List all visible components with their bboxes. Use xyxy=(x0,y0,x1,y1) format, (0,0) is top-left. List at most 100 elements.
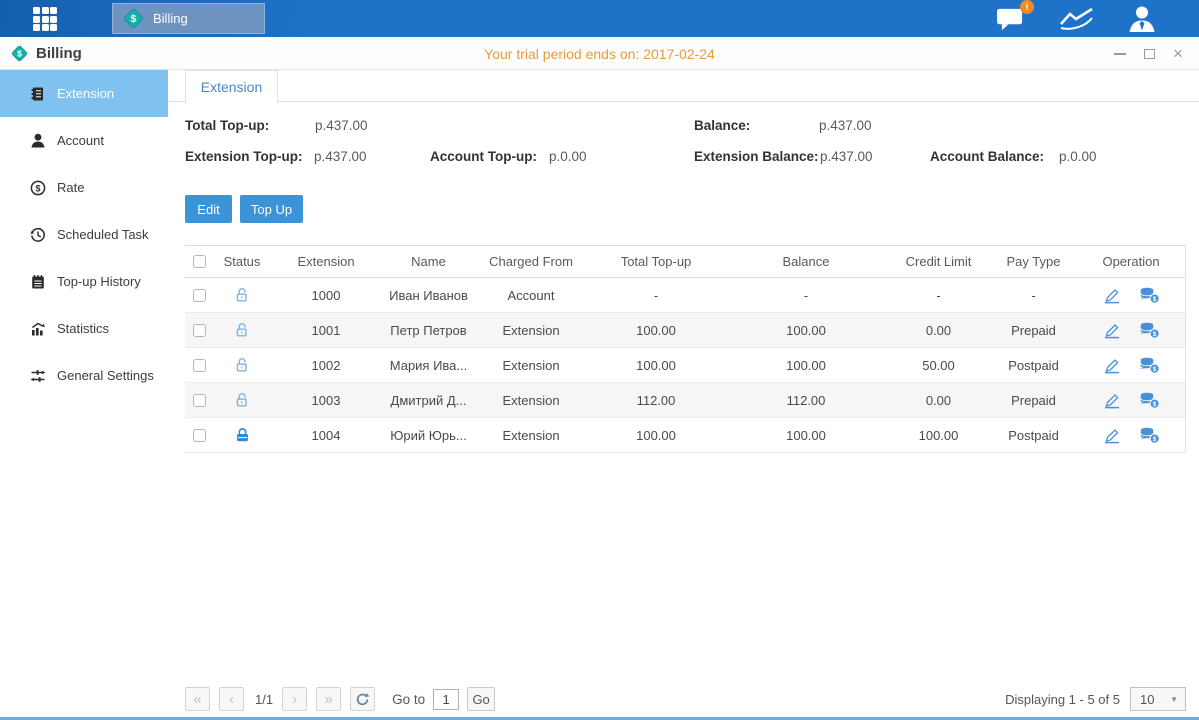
extension-cell: 1002 xyxy=(271,358,381,373)
row-checkbox[interactable] xyxy=(193,359,206,372)
status-lock-icon[interactable] xyxy=(234,357,251,374)
topup-coins-icon[interactable]: $ xyxy=(1139,287,1160,304)
svg-text:$: $ xyxy=(131,13,137,25)
svg-text:$: $ xyxy=(1152,435,1156,442)
credit-limit-cell: 50.00 xyxy=(886,358,991,373)
topup-coins-icon[interactable]: $ xyxy=(1139,357,1160,374)
sidebar-item-general-settings[interactable]: General Settings xyxy=(0,352,168,399)
displaying-text: Displaying 1 - 5 of 5 xyxy=(1005,692,1120,707)
refresh-button[interactable] xyxy=(350,687,375,711)
notebook-icon xyxy=(30,274,46,290)
extension-balance-value: p.437.00 xyxy=(820,149,873,164)
credit-limit-cell: 0.00 xyxy=(886,393,991,408)
topup-coins-icon[interactable]: $ xyxy=(1139,392,1160,409)
status-lock-icon[interactable] xyxy=(234,287,251,304)
total-topup-cell: - xyxy=(586,288,726,303)
account-topup-value: p.0.00 xyxy=(549,149,587,164)
topup-button[interactable]: Top Up xyxy=(240,195,303,223)
total-topup-cell: 100.00 xyxy=(586,428,726,443)
svg-text:$: $ xyxy=(1152,400,1156,407)
sidebar-item-label: Statistics xyxy=(57,321,109,336)
billing-diamond-icon-small: $ xyxy=(10,44,29,63)
maximize-button[interactable] xyxy=(1142,47,1156,61)
topup-coins-icon[interactable]: $ xyxy=(1139,322,1160,339)
sidebar-item-label: Rate xyxy=(57,180,84,195)
edit-icon[interactable] xyxy=(1103,322,1121,339)
edit-button[interactable]: Edit xyxy=(185,195,232,223)
table-body: 1000 Иван Иванов Account - - - - $ xyxy=(185,278,1185,453)
sidebar-item-topup-history[interactable]: Top-up History xyxy=(0,258,168,305)
pay-type-cell: - xyxy=(991,288,1076,303)
edit-icon[interactable] xyxy=(1103,287,1121,304)
name-cell: Мария Ива... xyxy=(381,358,476,373)
minimize-button[interactable] xyxy=(1113,47,1127,61)
prev-page-button[interactable]: ‹ xyxy=(219,687,244,711)
taskbar-tab-billing[interactable]: $ Billing xyxy=(112,3,265,34)
name-cell: Иван Иванов xyxy=(381,288,476,303)
balance-value: p.437.00 xyxy=(819,118,872,133)
table-header: Status Extension Name Charged From Total… xyxy=(185,245,1185,278)
sidebar-item-statistics[interactable]: Statistics xyxy=(0,305,168,352)
extension-cell: 1000 xyxy=(271,288,381,303)
pay-type-cell: Prepaid xyxy=(991,323,1076,338)
pay-type-cell: Postpaid xyxy=(991,428,1076,443)
status-lock-icon[interactable] xyxy=(234,392,251,409)
row-checkbox[interactable] xyxy=(193,394,206,407)
user-icon[interactable] xyxy=(1127,5,1157,32)
col-pay-type: Pay Type xyxy=(991,254,1076,269)
bar-chart-icon xyxy=(30,321,46,337)
refresh-icon xyxy=(355,692,370,707)
topup-coins-icon[interactable]: $ xyxy=(1139,427,1160,444)
table-row: 1000 Иван Иванов Account - - - - $ xyxy=(185,278,1185,313)
extension-cell: 1003 xyxy=(271,393,381,408)
sidebar-item-account[interactable]: Account xyxy=(0,117,168,164)
clock-icon xyxy=(30,227,46,243)
col-credit-limit: Credit Limit xyxy=(886,254,991,269)
sidebar-item-extension[interactable]: Extension xyxy=(0,70,168,117)
chevron-down-icon: ▼ xyxy=(1170,695,1185,704)
next-page-button[interactable]: › xyxy=(282,687,307,711)
edit-icon[interactable] xyxy=(1103,427,1121,444)
table-row: 1002 Мария Ива... Extension 100.00 100.0… xyxy=(185,348,1185,383)
go-button[interactable]: Go xyxy=(467,687,495,711)
edit-icon[interactable] xyxy=(1103,392,1121,409)
charged-from-cell: Account xyxy=(476,288,586,303)
charged-from-cell: Extension xyxy=(476,428,586,443)
sidebar-item-label: Scheduled Task xyxy=(57,227,149,242)
charged-from-cell: Extension xyxy=(476,323,586,338)
row-checkbox[interactable] xyxy=(193,324,206,337)
chart-icon[interactable] xyxy=(1059,6,1095,32)
select-all-checkbox[interactable] xyxy=(193,255,206,268)
status-lock-icon[interactable] xyxy=(234,427,251,444)
app-grid-icon[interactable] xyxy=(33,7,73,31)
credit-limit-cell: - xyxy=(886,288,991,303)
tab-extension[interactable]: Extension xyxy=(185,70,278,103)
sidebar-item-rate[interactable]: $ Rate xyxy=(0,164,168,211)
last-page-button[interactable]: » xyxy=(316,687,341,711)
first-page-button[interactable]: « xyxy=(185,687,210,711)
chat-icon[interactable]: ! xyxy=(996,6,1027,32)
notification-badge: ! xyxy=(1020,0,1034,14)
pay-type-cell: Postpaid xyxy=(991,358,1076,373)
account-topup-label: Account Top-up: xyxy=(430,149,537,164)
sidebar-item-scheduled-task[interactable]: Scheduled Task xyxy=(0,211,168,258)
col-status: Status xyxy=(213,254,271,269)
name-cell: Дмитрий Д... xyxy=(381,393,476,408)
goto-page-input[interactable] xyxy=(433,689,459,710)
page-size-dropdown[interactable]: 10 ▼ xyxy=(1130,687,1186,711)
goto-label: Go to xyxy=(392,692,425,707)
taskbar: $ Billing ! xyxy=(0,0,1199,37)
close-button[interactable]: × xyxy=(1171,47,1185,61)
balance-cell: 100.00 xyxy=(726,323,886,338)
col-name: Name xyxy=(381,254,476,269)
window-title: Billing xyxy=(36,45,82,62)
row-checkbox[interactable] xyxy=(193,429,206,442)
credit-limit-cell: 0.00 xyxy=(886,323,991,338)
status-lock-icon[interactable] xyxy=(234,322,251,339)
edit-icon[interactable] xyxy=(1103,357,1121,374)
svg-text:$: $ xyxy=(1152,295,1156,302)
svg-text:$: $ xyxy=(1152,330,1156,337)
pagination-bar: « ‹ 1/1 › » Go to Go Displaying 1 - 5 of… xyxy=(185,686,1186,712)
account-balance-label: Account Balance: xyxy=(930,149,1044,164)
row-checkbox[interactable] xyxy=(193,289,206,302)
